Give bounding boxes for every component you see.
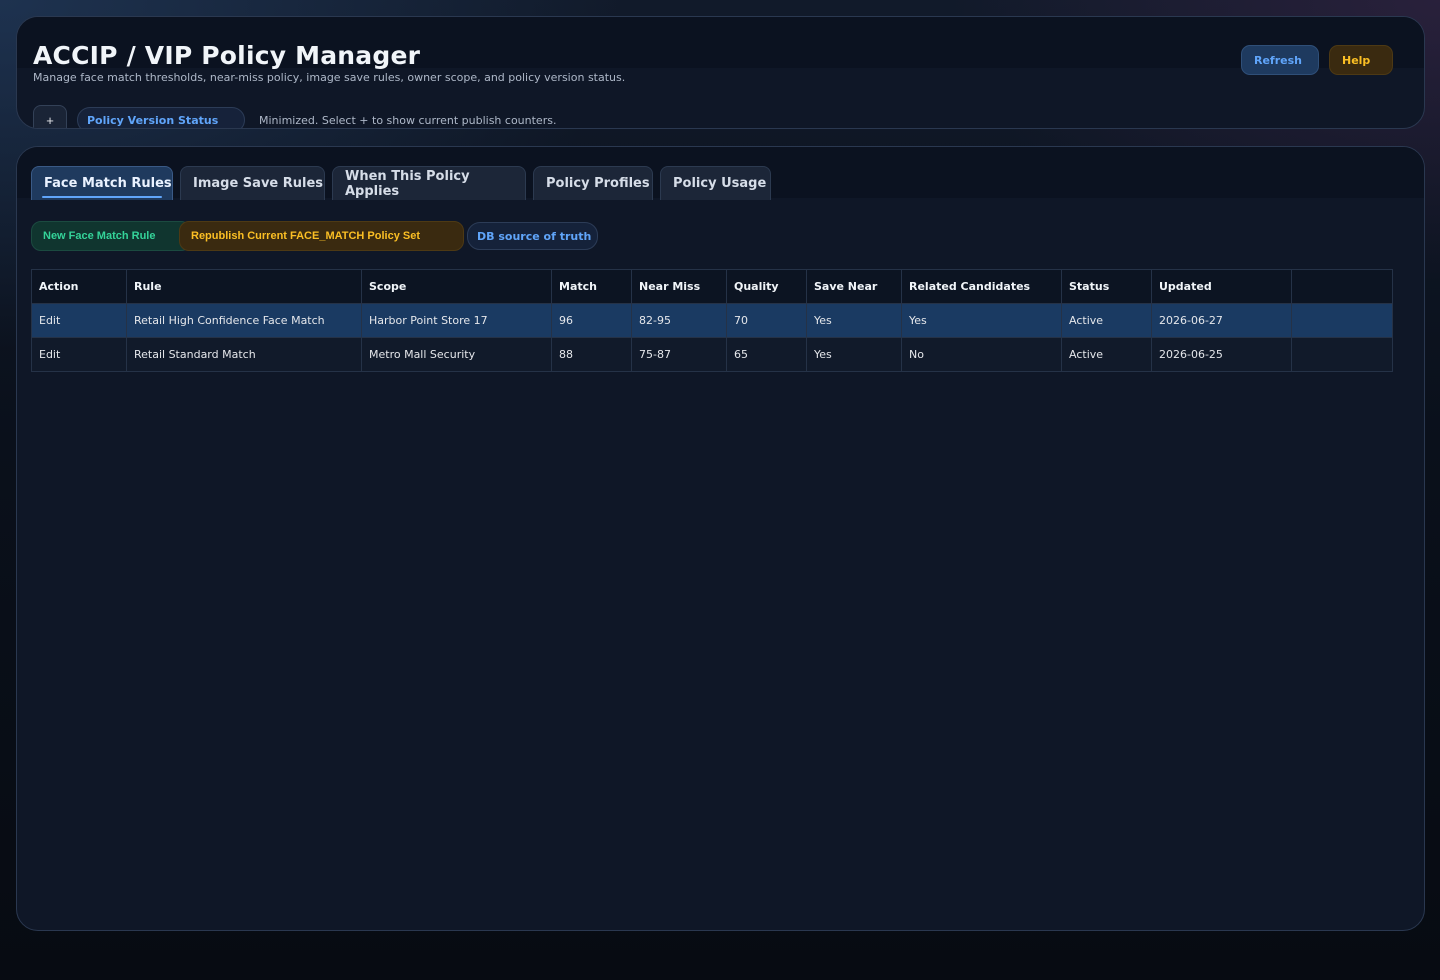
column-header-save-near[interactable]: Save Near bbox=[806, 269, 902, 304]
cell-match: 96 bbox=[551, 303, 632, 338]
edit-link[interactable]: Edit bbox=[31, 337, 127, 372]
cell-scope: Metro Mall Security bbox=[361, 337, 552, 372]
column-header-related-candidates[interactable]: Related Candidates bbox=[901, 269, 1062, 304]
cell-updated: 2026-06-27 bbox=[1151, 303, 1292, 338]
policy-version-status-pill[interactable]: Policy Version Status bbox=[77, 107, 245, 128]
refresh-button[interactable]: Refresh bbox=[1241, 45, 1319, 75]
cell-near-miss: 82-95 bbox=[631, 303, 727, 338]
cell-related-candidates: Yes bbox=[901, 303, 1062, 338]
tab-when-policy-applies[interactable]: When This Policy Applies bbox=[332, 166, 526, 200]
cell-quality: 70 bbox=[726, 303, 807, 338]
table-row[interactable]: Edit Retail High Confidence Face Match H… bbox=[31, 303, 1393, 338]
cell-updated: 2026-06-25 bbox=[1151, 337, 1292, 372]
cell-extra bbox=[1291, 337, 1393, 372]
tab-face-match-rules[interactable]: Face Match Rules bbox=[31, 166, 173, 200]
column-header-scope[interactable]: Scope bbox=[361, 269, 552, 304]
column-header-updated[interactable]: Updated bbox=[1151, 269, 1292, 304]
edit-link[interactable]: Edit bbox=[31, 303, 127, 338]
cell-status: Active bbox=[1061, 337, 1152, 372]
cell-scope: Harbor Point Store 17 bbox=[361, 303, 552, 338]
page-subtitle: Manage face match thresholds, near-miss … bbox=[33, 71, 626, 84]
tab-image-save-rules[interactable]: Image Save Rules bbox=[180, 166, 325, 200]
cell-rule: Retail High Confidence Face Match bbox=[126, 303, 362, 338]
cell-save-near: Yes bbox=[806, 337, 902, 372]
new-face-match-rule-button[interactable]: New Face Match Rule bbox=[31, 221, 191, 251]
table-header-row: Action Rule Scope Match Near Miss Qualit… bbox=[31, 269, 1393, 304]
column-header-near-miss[interactable]: Near Miss bbox=[631, 269, 727, 304]
cell-related-candidates: No bbox=[901, 337, 1062, 372]
column-header-rule[interactable]: Rule bbox=[126, 269, 362, 304]
page-title: ACCIP / VIP Policy Manager bbox=[33, 41, 421, 70]
main-panel: Face Match Rules Image Save Rules When T… bbox=[16, 146, 1425, 931]
tab-policy-usage[interactable]: Policy Usage bbox=[660, 166, 771, 200]
column-header-match[interactable]: Match bbox=[551, 269, 632, 304]
column-header-action[interactable]: Action bbox=[31, 269, 127, 304]
cell-extra bbox=[1291, 303, 1393, 338]
cell-rule: Retail Standard Match bbox=[126, 337, 362, 372]
cell-quality: 65 bbox=[726, 337, 807, 372]
republish-policy-set-button[interactable]: Republish Current FACE_MATCH Policy Set bbox=[179, 221, 464, 251]
db-source-badge: DB source of truth bbox=[467, 222, 598, 250]
cell-match: 88 bbox=[551, 337, 632, 372]
expand-status-button[interactable]: + bbox=[33, 105, 67, 128]
cell-near-miss: 75-87 bbox=[631, 337, 727, 372]
column-header-extra bbox=[1291, 269, 1393, 304]
column-header-status[interactable]: Status bbox=[1061, 269, 1152, 304]
face-match-rules-table: Action Rule Scope Match Near Miss Qualit… bbox=[31, 269, 1393, 372]
table-row[interactable]: Edit Retail Standard Match Metro Mall Se… bbox=[31, 337, 1393, 372]
header-panel: ACCIP / VIP Policy Manager Manage face m… bbox=[16, 16, 1425, 129]
status-note: Minimized. Select + to show current publ… bbox=[259, 114, 557, 127]
tab-policy-profiles[interactable]: Policy Profiles bbox=[533, 166, 653, 200]
cell-status: Active bbox=[1061, 303, 1152, 338]
column-header-quality[interactable]: Quality bbox=[726, 269, 807, 304]
help-button[interactable]: Help bbox=[1329, 45, 1393, 75]
cell-save-near: Yes bbox=[806, 303, 902, 338]
